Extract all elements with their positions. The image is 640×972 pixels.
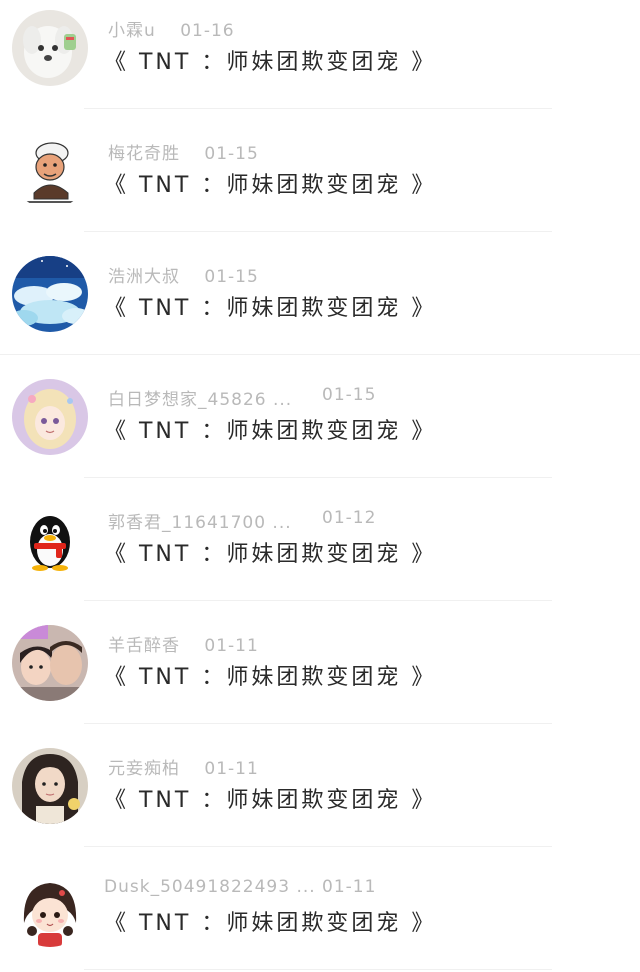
username[interactable]: 小霖u <box>108 16 156 41</box>
comment-item[interactable]: Dusk_50491822493 ... 01-11 《 TNT ：师妹团欺变团… <box>0 861 640 972</box>
comment-item[interactable]: 白日梦想家_45826 ... 01-15 《 TNT ：师妹团欺变团宠 》 <box>0 369 640 492</box>
comment-date: 01-15 <box>204 144 259 164</box>
divider <box>0 354 640 355</box>
comment-text[interactable]: 《 TNT ：师妹团欺变团宠 》 <box>104 167 436 199</box>
girl-portrait-avatar[interactable] <box>12 748 88 824</box>
qq-penguin-avatar[interactable] <box>12 502 88 578</box>
comment-item[interactable]: 羊舌醉香 01-11 《 TNT ：师妹团欺变团宠 》 <box>0 615 640 738</box>
comment-text[interactable]: 《 TNT ：师妹团欺变团宠 》 <box>104 782 436 814</box>
username[interactable]: 羊舌醉香 <box>108 631 180 656</box>
comment-date: 01-11 <box>204 636 259 656</box>
username[interactable]: Dusk_50491822493 ... <box>104 877 316 897</box>
comment-item[interactable]: 郭香君_11641700 ... 01-12 《 TNT ：师妹团欺变团宠 》 <box>0 492 640 615</box>
comment-item[interactable]: 元妾痴柏 01-11 《 TNT ：师妹团欺变团宠 》 <box>0 738 640 861</box>
comment-date: 01-11 <box>322 877 377 897</box>
comment-text[interactable]: 《 TNT ：师妹团欺变团宠 》 <box>104 659 436 691</box>
username[interactable]: 郭香君_11641700 ... <box>108 508 292 533</box>
couple-photo-avatar[interactable] <box>12 625 88 701</box>
divider <box>84 969 552 970</box>
comment-date: 01-15 <box>322 385 377 405</box>
comment-text[interactable]: 《 TNT ：师妹团欺变团宠 》 <box>104 44 436 76</box>
comment-list: 小霖u 01-16 《 TNT ：师妹团欺变团宠 》 梅花奇胜 01-15 《 … <box>0 0 640 972</box>
comment-date: 01-11 <box>204 759 259 779</box>
comment-text[interactable]: 《 TNT ：师妹团欺变团宠 》 <box>104 413 436 445</box>
divider <box>84 108 552 109</box>
comment-text[interactable]: 《 TNT ：师妹团欺变团宠 》 <box>104 536 436 568</box>
comment-text[interactable]: 《 TNT ：师妹团欺变团宠 》 <box>104 905 436 937</box>
username[interactable]: 元妾痴柏 <box>108 754 180 779</box>
comment-date: 01-15 <box>204 267 259 287</box>
comment-date: 01-12 <box>322 508 377 528</box>
divider <box>84 846 552 847</box>
comment-text[interactable]: 《 TNT ：师妹团欺变团宠 》 <box>104 290 436 322</box>
comment-item[interactable]: 浩洲大叔 01-15 《 TNT ：师妹团欺变团宠 》 <box>0 246 640 369</box>
username[interactable]: 浩洲大叔 <box>108 262 180 287</box>
comment-item[interactable]: 小霖u 01-16 《 TNT ：师妹团欺变团宠 》 <box>0 0 640 123</box>
username[interactable]: 梅花奇胜 <box>108 139 180 164</box>
divider <box>84 477 552 478</box>
divider <box>84 231 552 232</box>
comment-item[interactable]: 梅花奇胜 01-15 《 TNT ：师妹团欺变团宠 》 <box>0 123 640 246</box>
divider <box>84 600 552 601</box>
sky-clouds-avatar[interactable] <box>12 256 88 332</box>
divider <box>84 723 552 724</box>
cartoon-girl-avatar[interactable] <box>12 871 88 947</box>
white-puppy-avatar[interactable] <box>12 10 88 86</box>
comment-date: 01-16 <box>180 21 235 41</box>
cartoon-man-meme-avatar[interactable] <box>12 133 88 209</box>
anime-girl-avatar[interactable] <box>12 379 88 455</box>
username[interactable]: 白日梦想家_45826 ... <box>108 385 292 410</box>
